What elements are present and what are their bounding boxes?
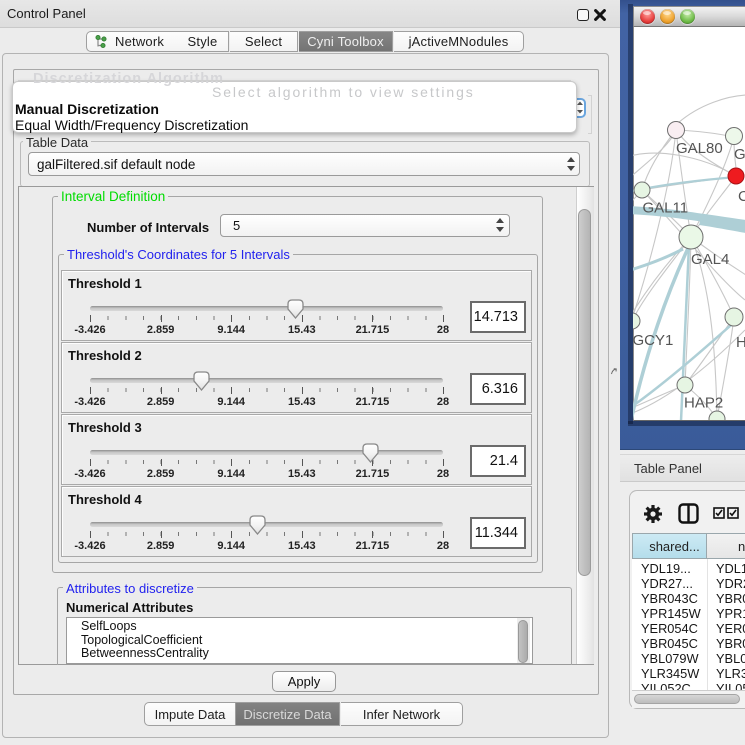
- svg-text:GAL4: GAL4: [691, 251, 729, 268]
- svg-text:HAP2: HAP2: [684, 395, 723, 412]
- svg-text:CY: CY: [738, 188, 745, 205]
- svg-text:GAL11: GAL11: [643, 200, 689, 217]
- svg-text:GCY1: GCY1: [633, 332, 673, 349]
- svg-text:GA: GA: [734, 146, 745, 163]
- svg-text:HA: HA: [736, 334, 745, 351]
- svg-text:GAL80: GAL80: [676, 140, 723, 157]
